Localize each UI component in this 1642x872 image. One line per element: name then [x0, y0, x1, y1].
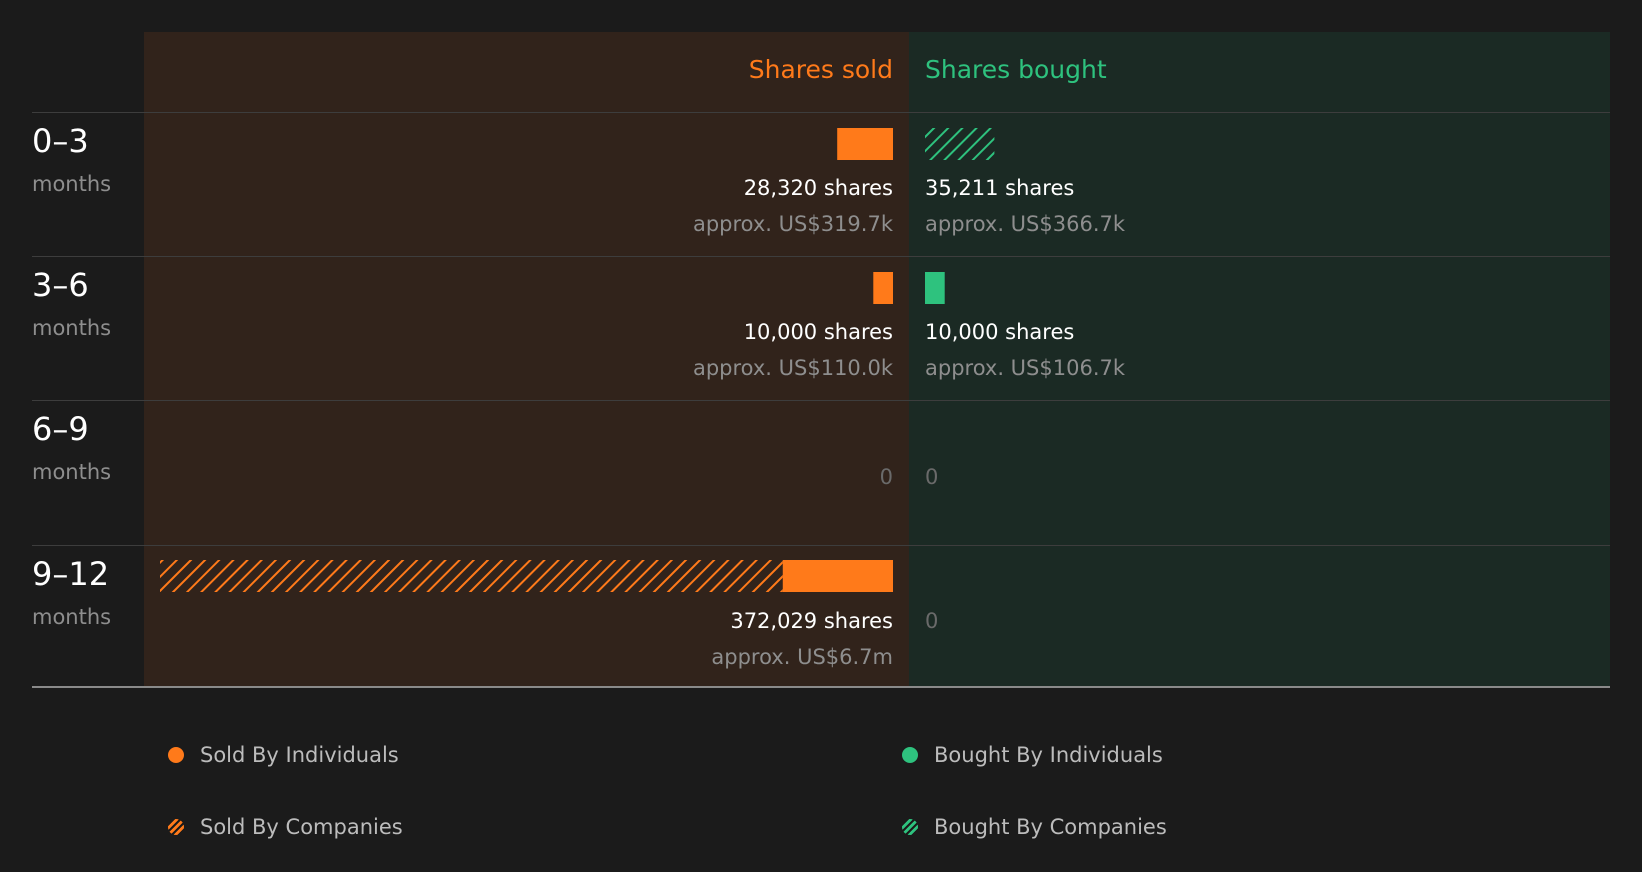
sold-total-value: approx. US$6.7m — [711, 645, 893, 669]
bought-total-value: approx. US$366.7k — [925, 212, 1126, 236]
legend-label: Bought By Individuals — [934, 743, 1163, 767]
bar-sold-by-companies-3 — [160, 560, 783, 592]
legend-bought-individuals: Bought By Individuals — [902, 743, 1163, 767]
bought-total-value: approx. US$106.7k — [925, 356, 1126, 380]
sold-total-shares: 10,000 shares — [743, 320, 893, 344]
legend-swatch — [168, 819, 184, 835]
bought-zero-label: 0 — [925, 609, 939, 633]
legend-swatch — [902, 819, 918, 835]
bought-total-shares: 10,000 shares — [925, 320, 1075, 344]
legend-sold-companies: Sold By Companies — [168, 815, 403, 839]
sold-total-shares: 372,029 shares — [730, 609, 893, 633]
legend-bought-companies: Bought By Companies — [902, 815, 1167, 839]
bought-total-shares: 35,211 shares — [925, 176, 1075, 200]
sold-total-value: approx. US$319.7k — [692, 212, 893, 236]
legend-label: Sold By Individuals — [200, 743, 399, 767]
legend-swatch — [902, 747, 918, 763]
sold-total-value: approx. US$110.0k — [692, 356, 893, 380]
legend-sold-individuals: Sold By Individuals — [168, 743, 399, 767]
bar-sold-by-individuals-3 — [782, 560, 893, 592]
bar-sold-by-individuals-0 — [837, 128, 893, 160]
sold-total-shares: 28,320 shares — [743, 176, 893, 200]
legend-label: Bought By Companies — [934, 815, 1167, 839]
bar-bought-by-individuals-1 — [925, 272, 945, 304]
legend-label: Sold By Companies — [200, 815, 403, 839]
sold-zero-label: 0 — [879, 465, 893, 489]
bought-zero-label: 0 — [925, 465, 939, 489]
bar-bought-by-companies-0 — [925, 128, 995, 160]
bar-sold-by-individuals-1 — [873, 272, 893, 304]
legend-swatch — [168, 747, 184, 763]
bar-layer — [160, 128, 995, 592]
